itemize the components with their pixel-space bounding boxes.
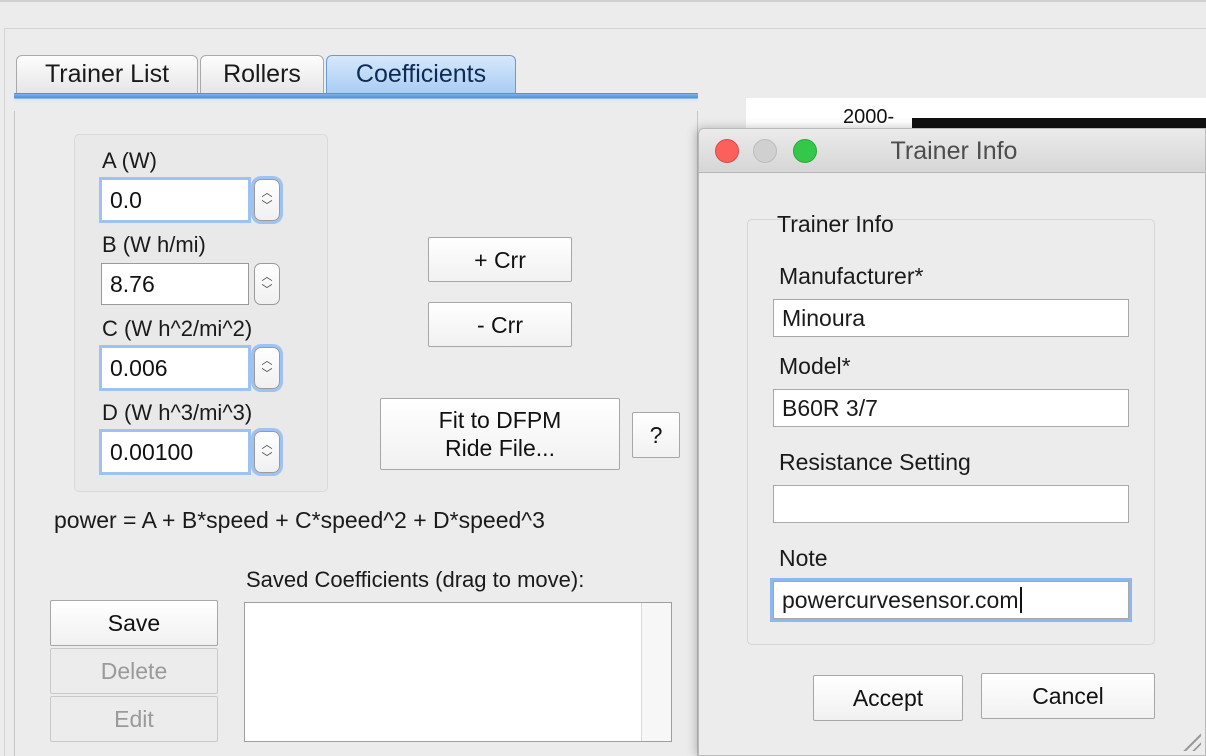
coef-c-input[interactable]: 0.006 (99, 345, 251, 391)
minimize-icon[interactable] (753, 139, 777, 163)
chevron-up-icon[interactable]: ︿ (262, 439, 273, 452)
tab-trainer-list[interactable]: Trainer List (16, 55, 198, 93)
chevron-down-icon[interactable]: ﹀ (262, 200, 273, 213)
coef-b-label: B (W h/mi) (102, 232, 206, 257)
minus-crr-button[interactable]: - Crr (428, 302, 572, 347)
coef-d-stepper[interactable]: ︿ ﹀ (254, 431, 280, 473)
dialog-titlebar[interactable]: Trainer Info (699, 129, 1205, 173)
chart-series-bar (912, 118, 1206, 128)
tab-rollers[interactable]: Rollers (200, 55, 324, 93)
plus-crr-button[interactable]: + Crr (428, 237, 572, 282)
fit-to-dfpm-button[interactable]: Fit to DFPM Ride File... (380, 398, 620, 470)
model-input[interactable]: B60R 3/7 (773, 389, 1129, 427)
edit-button[interactable]: Edit (50, 696, 218, 742)
window-top-edge (0, 0, 1206, 2)
chart-y-tick-label: 2000- (843, 106, 895, 128)
close-icon[interactable] (715, 139, 739, 163)
chevron-down-icon[interactable]: ﹀ (262, 452, 273, 465)
coef-c-label: C (W h^2/mi^2) (102, 316, 253, 341)
help-button[interactable]: ? (632, 412, 680, 458)
list-scrollbar[interactable] (641, 603, 671, 741)
zoom-icon[interactable] (793, 139, 817, 163)
delete-button[interactable]: Delete (50, 648, 218, 694)
resistance-setting-input[interactable] (773, 485, 1129, 523)
coef-c-stepper[interactable]: ︿ ﹀ (254, 347, 280, 389)
tab-coefficients[interactable]: Coefficients (326, 55, 516, 93)
saved-coefficients-list[interactable] (244, 602, 672, 742)
accept-button[interactable]: Accept (813, 675, 963, 721)
dialog-title: Trainer Info (890, 137, 1018, 165)
note-label: Note (779, 545, 828, 571)
coef-d-input[interactable]: 0.00100 (99, 429, 251, 475)
text-caret (1019, 587, 1022, 613)
note-input[interactable]: powercurvesensor.com (773, 581, 1129, 619)
coef-d-label: D (W h^3/mi^3) (102, 400, 253, 425)
resistance-setting-label: Resistance Setting (779, 449, 971, 475)
coef-b-stepper[interactable]: ︿ ﹀ (254, 263, 280, 305)
saved-coefficients-label: Saved Coefficients (drag to move): (246, 567, 585, 592)
tab-strip-underline (14, 93, 698, 111)
group-title: Trainer Info (777, 211, 894, 237)
fit-button-line-1: Fit to DFPM (438, 407, 562, 433)
manufacturer-input[interactable]: Minoura (773, 299, 1129, 337)
chevron-down-icon[interactable]: ﹀ (262, 284, 273, 297)
trainer-info-dialog: Trainer Info Trainer Info Manufacturer* … (698, 128, 1206, 756)
chevron-up-icon[interactable]: ︿ (262, 187, 273, 200)
coef-a-label: A (W) (102, 148, 157, 173)
chevron-up-icon[interactable]: ︿ (262, 271, 273, 284)
coef-a-stepper[interactable]: ︿ ﹀ (254, 179, 280, 221)
resize-grip-icon[interactable] (1179, 729, 1201, 751)
power-formula: power = A + B*speed + C*speed^2 + D*spee… (54, 507, 545, 533)
coef-a-input[interactable]: 0.0 (99, 177, 251, 223)
save-button[interactable]: Save (50, 600, 218, 646)
chevron-up-icon[interactable]: ︿ (262, 355, 273, 368)
model-label: Model* (779, 353, 851, 379)
manufacturer-label: Manufacturer* (779, 263, 924, 289)
cancel-button[interactable]: Cancel (981, 673, 1155, 719)
chevron-down-icon[interactable]: ﹀ (262, 368, 273, 381)
fit-button-line-2: Ride File... (445, 435, 555, 461)
coef-b-input[interactable]: 8.76 (101, 263, 249, 305)
note-value: powercurvesensor.com (782, 586, 1019, 613)
